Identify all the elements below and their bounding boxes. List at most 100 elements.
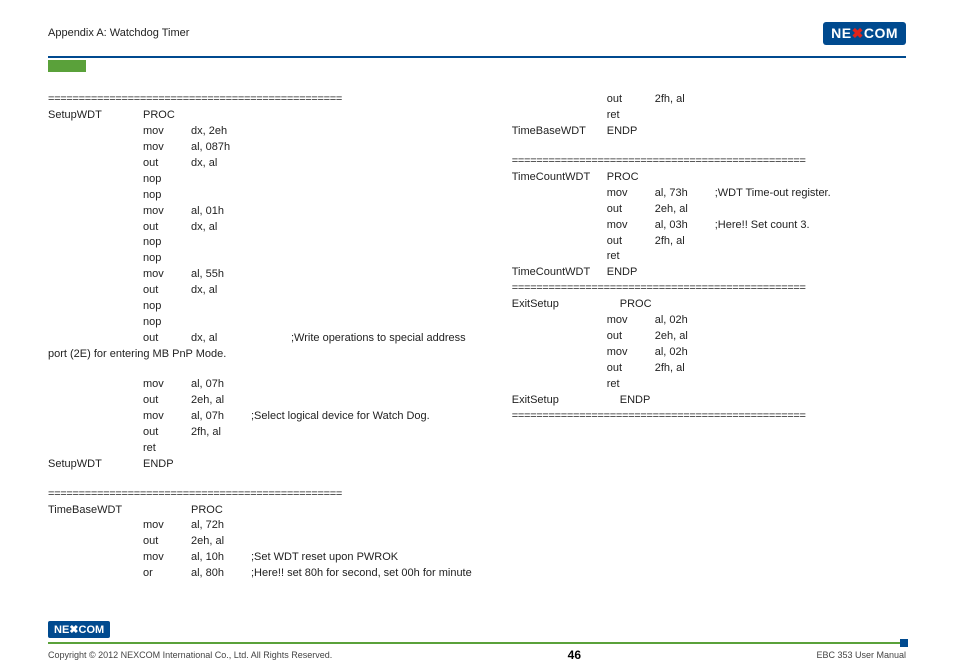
label — [48, 235, 143, 251]
label — [512, 202, 607, 218]
label — [512, 313, 607, 329]
arg — [191, 441, 251, 457]
op: ret — [607, 249, 655, 265]
op: out — [143, 156, 191, 172]
comment: ;Here!! set 80h for second, set 00h for … — [251, 566, 472, 582]
asm-line: out2fh, al — [48, 425, 472, 441]
op: mov — [143, 409, 191, 425]
arg: 2eh, al — [191, 534, 251, 550]
op: nop — [143, 299, 191, 315]
footer-row: Copyright © 2012 NEXCOM International Co… — [48, 648, 906, 662]
proc: PROC — [607, 170, 655, 186]
arg — [191, 172, 251, 188]
asm-line: ExitSetup PROC — [512, 297, 906, 313]
op: out — [143, 220, 191, 236]
asm-line: out dx, al ;Write operations to special … — [48, 331, 472, 347]
arg: al, 73h — [655, 186, 715, 202]
label — [48, 331, 143, 347]
separator: ========================================… — [48, 487, 472, 503]
op: ret — [607, 108, 655, 124]
op: mov — [143, 124, 191, 140]
footer-logo: NE✖COM — [48, 621, 110, 638]
label — [48, 566, 143, 582]
asm-block: moval, 02hout2eh, almoval, 02hout2fh, al… — [512, 313, 906, 393]
separator: ========================================… — [48, 92, 472, 108]
asm-line: outdx, al — [48, 156, 472, 172]
arg: al, 10h — [191, 550, 251, 566]
asm-line: ret — [512, 377, 906, 393]
arg: al, 55h — [191, 267, 251, 283]
arg: 2fh, al — [655, 361, 715, 377]
label: SetupWDT — [48, 108, 143, 124]
endp: ENDP — [143, 457, 191, 473]
comment: ;Write operations to special address — [291, 331, 466, 347]
separator: ========================================… — [512, 409, 906, 425]
asm-block: movdx, 2ehmoval, 087houtdx, alnopnopmova… — [48, 124, 472, 331]
asm-line: TimeBaseWDT PROC — [48, 503, 472, 519]
right-column: out2fh, alret TimeBaseWDT ENDP =========… — [512, 92, 906, 582]
label — [48, 156, 143, 172]
label — [48, 140, 143, 156]
label — [48, 315, 143, 331]
asm-line: outdx, al — [48, 283, 472, 299]
label — [48, 299, 143, 315]
op: out — [143, 393, 191, 409]
label — [48, 409, 143, 425]
arg: al, 02h — [655, 313, 715, 329]
asm-line: out2fh, al — [512, 361, 906, 377]
proc: PROC — [143, 108, 191, 124]
label — [512, 329, 607, 345]
asm-line: moval, 02h — [512, 345, 906, 361]
op: nop — [143, 251, 191, 267]
label: TimeCountWDT — [512, 265, 607, 281]
asm-line: ret — [48, 441, 472, 457]
separator: ========================================… — [512, 281, 906, 297]
label — [512, 361, 607, 377]
arg: 2fh, al — [655, 92, 715, 108]
label — [512, 234, 607, 250]
asm-line: SetupWDT PROC — [48, 108, 472, 124]
label — [512, 186, 607, 202]
asm-line: nop — [48, 172, 472, 188]
content-columns: ========================================… — [48, 92, 906, 582]
asm-line: out2eh, al — [512, 202, 906, 218]
copyright: Copyright © 2012 NEXCOM International Co… — [48, 650, 332, 660]
label — [512, 108, 607, 124]
arg: al, 80h — [191, 566, 251, 582]
asm-line: moval, 02h — [512, 313, 906, 329]
op: out — [143, 425, 191, 441]
asm-line: moval, 10h;Set WDT reset upon PWROK — [48, 550, 472, 566]
asm-line: out2eh, al — [48, 534, 472, 550]
asm-line: ExitSetup ENDP — [512, 393, 906, 409]
asm-line: out2fh, al — [512, 92, 906, 108]
asm-line: moval, 03h;Here!! Set count 3. — [512, 218, 906, 234]
asm-line: ret — [512, 108, 906, 124]
comment: ;Set WDT reset upon PWROK — [251, 550, 398, 566]
op: ret — [607, 377, 655, 393]
op: mov — [143, 267, 191, 283]
label: ExitSetup — [512, 393, 620, 409]
arg: al, 02h — [655, 345, 715, 361]
page-footer: NE✖COM Copyright © 2012 NEXCOM Internati… — [48, 621, 906, 662]
asm-line: ret — [512, 249, 906, 265]
op: mov — [143, 140, 191, 156]
label — [48, 267, 143, 283]
label — [48, 425, 143, 441]
arg: 2fh, al — [655, 234, 715, 250]
label — [48, 220, 143, 236]
asm-line: moval, 73h;WDT Time-out register. — [512, 186, 906, 202]
label — [48, 441, 143, 457]
op: nop — [143, 188, 191, 204]
asm-line: nop — [48, 251, 472, 267]
asm-line: out2eh, al — [512, 329, 906, 345]
arg: 2eh, al — [655, 202, 715, 218]
asm-block: moval, 72hout2eh, almoval, 10h;Set WDT r… — [48, 518, 472, 582]
arg: al, 01h — [191, 204, 251, 220]
op: out — [607, 329, 655, 345]
op: mov — [143, 550, 191, 566]
arg: 2eh, al — [191, 393, 251, 409]
arg: 2eh, al — [655, 329, 715, 345]
arg: al, 07h — [191, 409, 251, 425]
comment: ;Select logical device for Watch Dog. — [251, 409, 430, 425]
op: out — [143, 534, 191, 550]
